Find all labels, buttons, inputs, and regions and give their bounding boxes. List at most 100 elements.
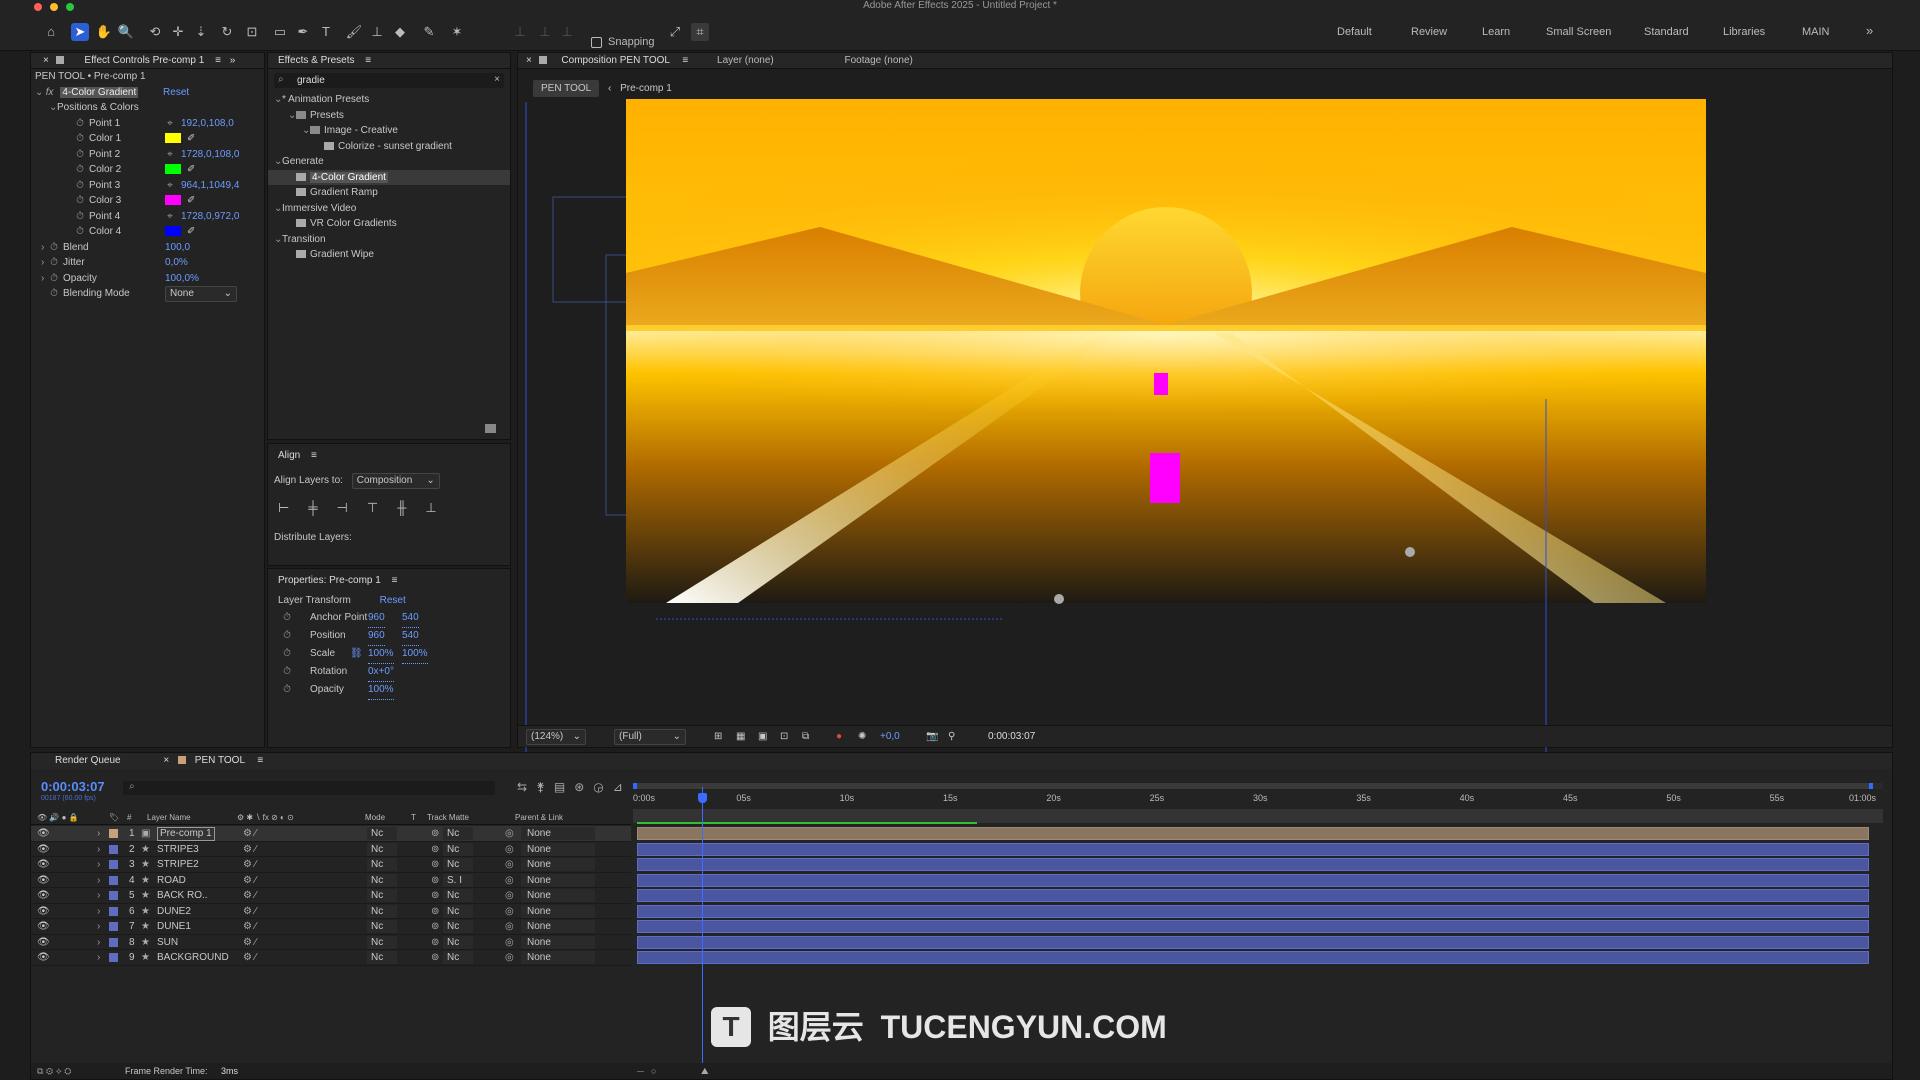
fx-icon[interactable]: fx — [46, 87, 54, 98]
effects-presets-tab[interactable]: Effects & Presets — [278, 55, 355, 66]
guides-icon[interactable]: ⊡ — [780, 726, 788, 748]
minimize-window-button[interactable] — [50, 3, 58, 11]
switches-icon[interactable]: ⚙ ∕ — [243, 919, 256, 935]
panel-menu-icon[interactable]: ≡ — [682, 55, 688, 66]
switches-icon[interactable]: ⚙ ∕ — [243, 888, 256, 904]
brush-tool-icon[interactable]: 🖌 — [345, 23, 363, 41]
transform-row[interactable]: ⏱ Scale ⛓ 100% 100% — [268, 645, 510, 664]
transform-value-1[interactable]: 960 — [368, 627, 385, 646]
tree-item[interactable]: 4-Color Gradient — [268, 169, 510, 185]
layer-name[interactable]: BACKGROUND — [157, 950, 229, 966]
time-navigator[interactable] — [633, 809, 1883, 823]
layer-name[interactable]: SUN — [157, 935, 178, 951]
chevron-right-icon[interactable]: › — [41, 255, 49, 271]
axis-view-icon[interactable]: ⊥ — [558, 23, 576, 41]
panel-menu-icon[interactable]: ≡ — [215, 55, 221, 66]
chevron-right-icon[interactable]: › — [97, 873, 100, 889]
chevron-right-icon[interactable]: › — [97, 826, 100, 842]
zoom-dropdown[interactable]: (124%) ⌄ — [526, 729, 586, 745]
label-header-icon[interactable]: 🏷 — [109, 810, 119, 825]
layer-row[interactable]: 👁 › ★ ⚙ ∕ ⊚ ◎ 2 STRIPE3 Nc Nc None — [31, 842, 631, 858]
point-value[interactable]: 1728,0,108,0 — [181, 149, 239, 160]
transform-row[interactable]: ⏱ Opacity 100% — [268, 681, 510, 700]
blending-mode-dropdown[interactable]: None ⌄ — [165, 286, 237, 302]
channel-icon[interactable]: ● — [836, 726, 842, 748]
link-icon[interactable]: ⛓ — [350, 645, 363, 663]
tree-item[interactable]: Gradient Ramp — [268, 185, 510, 201]
matte-link-icon[interactable]: ⊚ — [431, 935, 439, 951]
workspace-libraries[interactable]: Libraries — [1723, 26, 1765, 38]
chevron-down-icon[interactable]: ⌄ — [49, 100, 57, 116]
stopwatch-icon[interactable]: ⏱ — [282, 645, 292, 663]
transparency-grid-icon[interactable]: ▦ — [736, 726, 745, 748]
effect-controls-tab[interactable]: Effect Controls Pre-comp 1 — [84, 55, 204, 66]
chevron-down-icon[interactable]: ⌄ — [274, 201, 282, 217]
matte-link-icon[interactable]: ⊚ — [431, 904, 439, 920]
zoom-slider-handle[interactable]: ○ — [651, 1063, 656, 1079]
chevron-right-icon[interactable]: › — [41, 240, 49, 256]
layer-row[interactable]: 👁 › ★ ⚙ ∕ ⊚ ◎ 5 BACK RO.. Nc Nc None — [31, 888, 631, 904]
align-vcenter-icon[interactable]: ╫ — [397, 500, 425, 515]
3d-view-icon[interactable]: ⧉ — [802, 726, 809, 748]
point-value[interactable]: 192,0,108,0 — [181, 118, 234, 129]
layer-name[interactable]: DUNE2 — [157, 904, 191, 920]
eyedropper-icon[interactable]: ✐ — [187, 164, 195, 175]
color-management-icon[interactable]: ✺ — [858, 726, 866, 748]
axis-local-icon[interactable]: ⊥ — [511, 23, 529, 41]
eyedropper-icon[interactable]: ✐ — [187, 226, 195, 237]
matte-link-icon[interactable]: ⊚ — [431, 888, 439, 904]
transform-value-1[interactable]: 100% — [368, 681, 394, 700]
stopwatch-icon[interactable]: ⏱ — [49, 255, 59, 271]
effect-prop-row[interactable]: ⏱ Point 3 ⌖ 964,1,1049,4 — [31, 178, 264, 194]
eraser-tool-icon[interactable]: ◆ — [391, 23, 409, 41]
snapshot-icon[interactable]: 📷 — [926, 726, 938, 748]
layer-name[interactable]: STRIPE2 — [157, 857, 199, 873]
matte-link-icon[interactable]: ⊚ — [431, 919, 439, 935]
align-right-icon[interactable]: ⊣ — [337, 500, 367, 515]
prop-value[interactable]: 100,0% — [165, 271, 199, 287]
switches-icon[interactable]: ⚙ ∕ — [243, 857, 256, 873]
layer-row[interactable]: 👁 › ★ ⚙ ∕ ⊚ ◎ 4 ROAD Nc S. I None — [31, 873, 631, 889]
pickwhip-icon[interactable]: ◎ — [505, 873, 514, 889]
av-features-header-icon[interactable]: 👁 🔊 ● 🔒 — [37, 810, 79, 825]
tree-item[interactable]: ⌄Generate — [268, 154, 510, 170]
chevron-right-icon[interactable]: › — [97, 857, 100, 873]
crosshair-icon[interactable]: ⌖ — [165, 147, 175, 163]
switches-icon[interactable]: ⚙ ∕ — [243, 826, 256, 842]
render-queue-tab[interactable]: Render Queue — [55, 755, 121, 766]
layer-row[interactable]: 👁 › ★ ⚙ ∕ ⊚ ◎ 7 DUNE1 Nc Nc None — [31, 919, 631, 935]
close-tab-icon[interactable]: × — [163, 755, 169, 766]
point-value[interactable]: 1728,0,972,0 — [181, 211, 239, 222]
transform-value-1[interactable]: 0x+0° — [368, 663, 394, 682]
current-time-indicator[interactable] — [698, 787, 707, 1069]
stopwatch-icon[interactable]: ⏱ — [282, 627, 292, 645]
transform-reset-button[interactable]: Reset — [380, 595, 406, 606]
timeline-timecode[interactable]: 0:00:03:07 — [41, 779, 105, 794]
stopwatch-icon[interactable]: ⏱ — [282, 681, 292, 699]
switches-icon[interactable]: ⚙ ∕ — [243, 904, 256, 920]
eyedropper-icon[interactable]: ✐ — [187, 133, 195, 144]
effect-prop-row[interactable]: ⏱ Color 2 ✐ — [31, 162, 264, 178]
switches-icon[interactable]: ⚙ ∕ — [243, 842, 256, 858]
more-workspaces-icon[interactable]: » — [1866, 23, 1873, 38]
panel-menu-icon[interactable]: ≡ — [257, 755, 263, 766]
tree-item[interactable]: ⌄ Presets — [268, 108, 510, 124]
new-bin-icon[interactable] — [485, 424, 496, 433]
label-color-swatch[interactable] — [109, 860, 118, 869]
effect-prop-row[interactable]: ⏱ Color 3 ✐ — [31, 193, 264, 209]
time-ruler[interactable]: 0:00s 05s 10s 15s 20s 25s 30s 35s 40s 45s 50s 55s 01… — [633, 791, 1883, 807]
zoom-in-icon[interactable]: ⛰ — [701, 1063, 709, 1079]
resolution-dropdown[interactable]: (Full) ⌄ — [614, 729, 686, 745]
parent-link-header[interactable]: Parent & Link — [515, 810, 563, 825]
eyedropper-icon[interactable]: ✐ — [187, 195, 195, 206]
chevron-down-icon[interactable]: ⌄ — [274, 154, 282, 170]
workspace-default[interactable]: Default — [1337, 26, 1372, 38]
align-bottom-icon[interactable]: ⊥ — [425, 500, 455, 515]
comp-canvas[interactable] — [518, 99, 1892, 779]
effect-extra-row[interactable]: ⏱ Blending Mode None ⌄ — [31, 286, 264, 302]
chevron-right-icon[interactable]: › — [97, 950, 100, 966]
matte-link-icon[interactable]: ⊚ — [431, 842, 439, 858]
stopwatch-icon[interactable]: ⏱ — [75, 147, 85, 163]
selection-tool-icon[interactable]: ➤ — [71, 23, 89, 41]
search-input[interactable]: gradie — [297, 75, 325, 86]
